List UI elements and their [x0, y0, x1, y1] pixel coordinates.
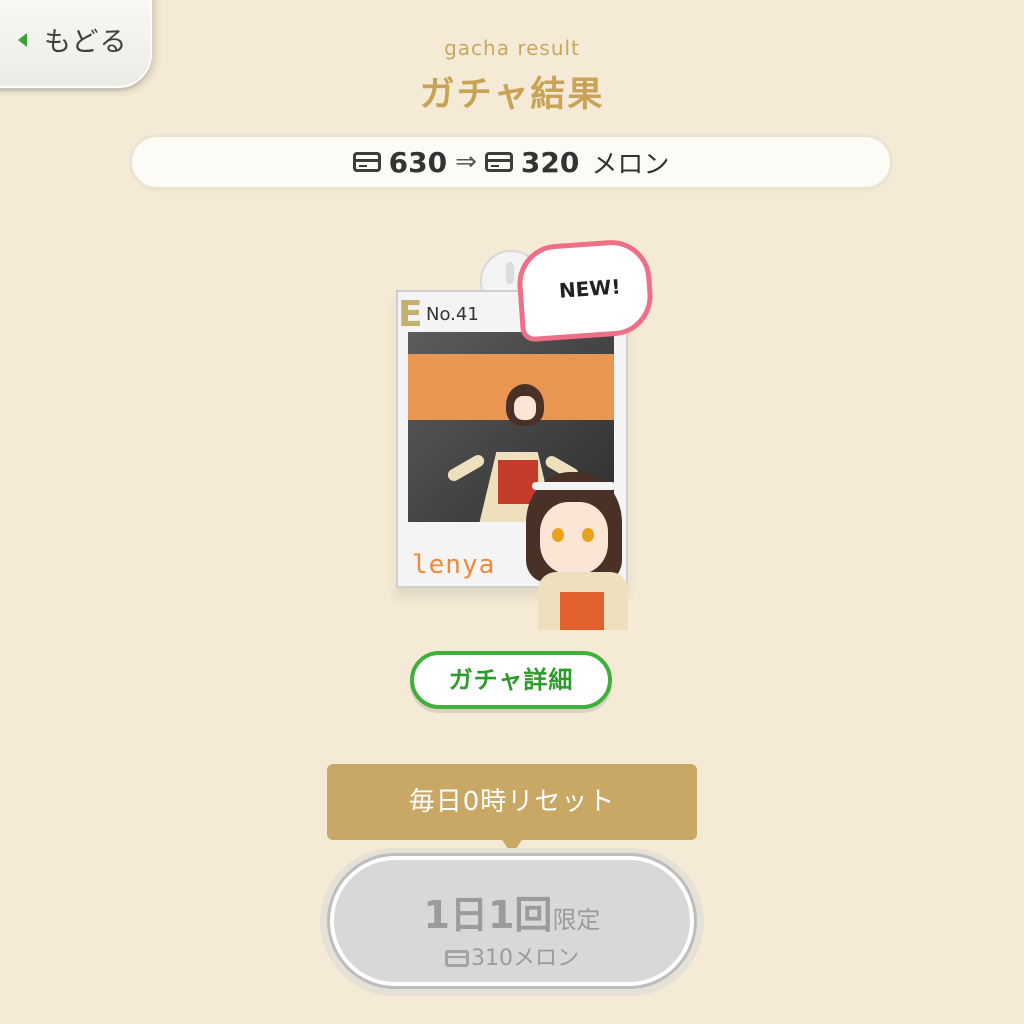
- character-face: [514, 396, 536, 420]
- portrait-eye: [552, 528, 564, 542]
- currency-balance-bar: 630 ⇒ 320 メロン: [132, 137, 890, 187]
- portrait-eye: [582, 528, 594, 542]
- gacha-count-text: 1日1回: [423, 893, 553, 937]
- card-rank: E: [398, 294, 423, 335]
- card-character-name: lenya: [412, 550, 496, 580]
- character-arm: [445, 452, 487, 484]
- new-badge-label: NEW!: [558, 274, 622, 303]
- portrait-apron: [560, 592, 604, 630]
- melon-currency-icon: [484, 152, 513, 172]
- gacha-detail-button[interactable]: ガチャ詳細: [410, 651, 612, 709]
- currency-unit: メロン: [591, 149, 670, 180]
- card-number: No.41: [426, 304, 479, 325]
- melon-currency-icon: [352, 152, 381, 172]
- portrait-headband: [532, 482, 616, 490]
- gacha-cost: 310: [470, 946, 513, 971]
- page-title: ガチャ結果: [419, 75, 605, 115]
- daily-gacha-button[interactable]: 1日1回限定 310メロン: [330, 856, 694, 986]
- page-subtitle: gacha result: [444, 36, 580, 60]
- balance-arrow: ⇒: [455, 147, 477, 177]
- balance-before: 630: [388, 145, 448, 179]
- balance-after: 320: [520, 145, 580, 179]
- melon-currency-icon: [444, 950, 469, 967]
- new-badge: NEW!: [514, 237, 656, 343]
- reset-notice-tooltip: 毎日0時リセット: [327, 764, 697, 854]
- portrait-face: [540, 502, 608, 574]
- gacha-limit-text: 限定: [552, 906, 601, 934]
- gacha-cost-unit: メロン: [512, 946, 579, 971]
